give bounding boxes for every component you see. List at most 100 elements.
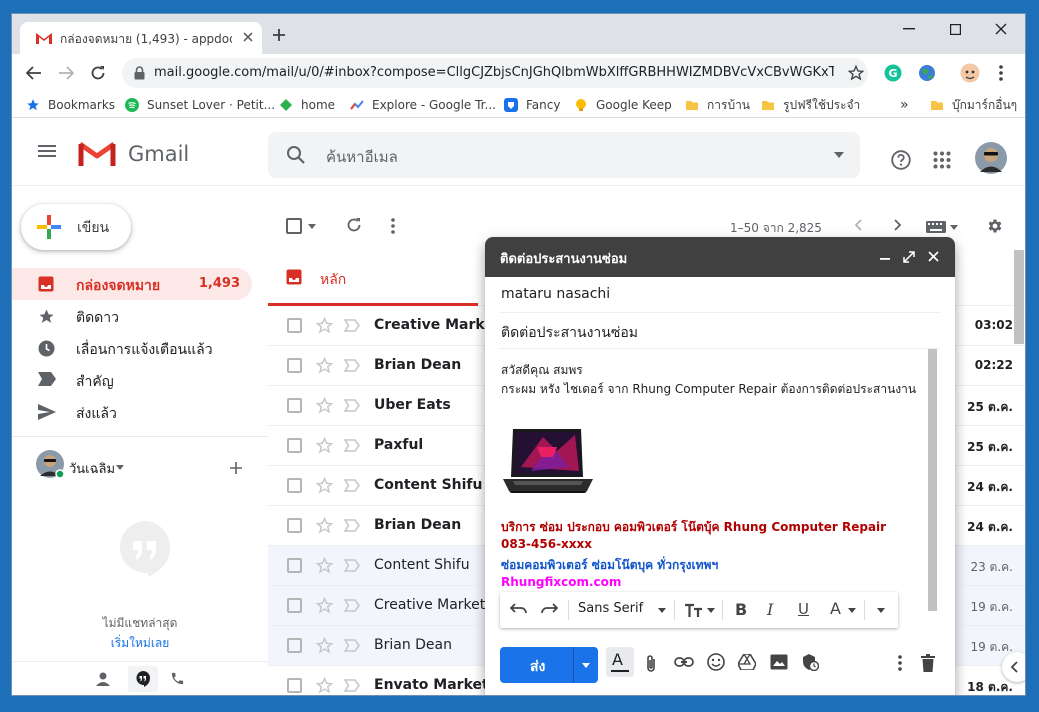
attach-file-icon[interactable] [645, 654, 657, 674]
send-button[interactable]: ส่ง [500, 647, 598, 683]
bookmarks-overflow-icon[interactable]: » [900, 96, 909, 114]
nav-item-sent[interactable]: ส่งแล้ว [12, 396, 252, 428]
row-checkbox[interactable] [287, 598, 302, 613]
star-outline-icon[interactable] [316, 597, 333, 614]
important-outline-icon[interactable] [344, 639, 360, 652]
insert-photo-icon[interactable] [770, 654, 788, 670]
search-icon[interactable] [286, 145, 306, 165]
next-page-icon[interactable] [894, 219, 902, 231]
important-outline-icon[interactable] [344, 359, 360, 372]
important-outline-icon[interactable] [344, 479, 360, 492]
star-outline-icon[interactable] [316, 517, 333, 534]
subject-field[interactable]: ติดต่อประสานงานซ่อม [500, 313, 940, 349]
bookmark-item[interactable]: Explore - Google Tr... [350, 96, 496, 114]
signature-website[interactable]: Rhungfixcom.com [501, 575, 621, 589]
list-scrollbar[interactable] [1014, 250, 1024, 344]
message-body[interactable]: สวัสดีคุณ สมพร กระผม หรัง ไชเดอร์ จาก Rh… [485, 349, 955, 632]
star-outline-icon[interactable] [316, 637, 333, 654]
profile-extension-icon[interactable] [960, 63, 980, 83]
help-icon[interactable] [891, 150, 911, 170]
font-family-select[interactable]: Sans Serif [578, 601, 643, 616]
body-scrollbar[interactable] [928, 349, 937, 611]
nav-item-inbox[interactable]: กล่องจดหมาย 1,493 [12, 268, 252, 300]
star-outline-icon[interactable] [316, 437, 333, 454]
nav-item-starred[interactable]: ติดดาว [12, 300, 252, 332]
text-color-icon[interactable]: A [830, 599, 841, 618]
grammarly-icon[interactable]: G [884, 64, 902, 82]
bookmark-item[interactable]: Fancy [504, 96, 560, 114]
star-outline-icon[interactable] [316, 677, 333, 694]
gmail-logo-icon[interactable] [78, 140, 116, 168]
minimize-icon[interactable] [886, 14, 932, 44]
search-options-icon[interactable] [834, 152, 844, 158]
confidential-mode-icon[interactable] [801, 653, 819, 671]
close-compose-icon[interactable] [928, 251, 939, 262]
insert-link-icon[interactable] [674, 657, 694, 667]
more-formatting-icon[interactable] [877, 608, 885, 613]
row-checkbox[interactable] [287, 438, 302, 453]
compose-header[interactable]: ติดต่อประสานงานซ่อม [485, 237, 955, 277]
insert-emoji-icon[interactable] [707, 653, 725, 671]
phone-icon[interactable] [170, 671, 185, 686]
schedule-send-dropdown-icon[interactable] [582, 663, 590, 668]
font-size-icon[interactable] [684, 602, 704, 618]
start-new-chat-link[interactable]: เริ่มใหม่เลย [12, 634, 268, 653]
more-options-icon[interactable] [391, 218, 395, 234]
row-checkbox[interactable] [287, 638, 302, 653]
bookmark-item[interactable]: Google Keep [574, 96, 672, 114]
main-menu-icon[interactable] [38, 145, 56, 157]
fullscreen-compose-icon[interactable] [903, 251, 915, 263]
row-checkbox[interactable] [287, 558, 302, 573]
bookmark-item[interactable]: home [279, 96, 335, 114]
select-all-checkbox[interactable] [286, 218, 302, 234]
nav-item-snoozed[interactable]: เลื่อนการแจ้งเตือนแล้ว [12, 332, 252, 364]
row-checkbox[interactable] [287, 318, 302, 333]
important-outline-icon[interactable] [344, 439, 360, 452]
avatar[interactable] [975, 142, 1007, 174]
important-outline-icon[interactable] [344, 559, 360, 572]
add-chat-icon[interactable] [230, 462, 242, 474]
back-icon[interactable] [26, 65, 42, 81]
hangouts-avatar[interactable] [36, 450, 64, 478]
earth-extension-icon[interactable] [918, 64, 936, 82]
keyboard-icon[interactable] [926, 221, 946, 233]
google-drive-icon[interactable] [738, 654, 756, 670]
star-outline-icon[interactable] [316, 357, 333, 374]
hangouts-user-name[interactable]: วันเฉลิม [69, 458, 115, 479]
font-dropdown-icon[interactable] [658, 608, 666, 613]
bookmark-item[interactable]: Bookmarks [26, 96, 115, 114]
refresh-icon[interactable] [346, 217, 362, 233]
star-outline-icon[interactable] [316, 477, 333, 494]
side-panel-toggle[interactable] [1002, 652, 1025, 682]
row-checkbox[interactable] [287, 678, 302, 693]
input-tools-dropdown-icon[interactable] [950, 225, 958, 230]
apps-grid-icon[interactable] [933, 151, 951, 169]
search-input[interactable]: ค้นหาอีเมล [326, 145, 398, 169]
star-outline-icon[interactable] [316, 317, 333, 334]
browser-tab[interactable]: กล่องจดหมาย (1,493) - appdodee@ [20, 22, 262, 54]
important-outline-icon[interactable] [344, 319, 360, 332]
tab-close-icon[interactable] [242, 31, 254, 43]
chrome-menu-icon[interactable] [999, 65, 1003, 81]
bold-icon[interactable]: B [735, 600, 747, 619]
row-checkbox[interactable] [287, 358, 302, 373]
select-dropdown-icon[interactable] [308, 224, 316, 229]
tab-primary[interactable]: หลัก [268, 250, 478, 306]
contacts-icon[interactable] [96, 672, 110, 686]
hangouts-tab[interactable] [128, 666, 158, 692]
bookmark-folder[interactable]: รูปฟรีใช้ประจำ [761, 96, 860, 114]
row-checkbox[interactable] [287, 478, 302, 493]
redo-icon[interactable] [540, 603, 558, 615]
forward-icon[interactable] [58, 65, 74, 81]
maximize-icon[interactable] [932, 14, 978, 44]
star-outline-icon[interactable] [316, 397, 333, 414]
size-dropdown-icon[interactable] [707, 608, 715, 613]
italic-icon[interactable]: I [767, 600, 773, 619]
important-outline-icon[interactable] [344, 519, 360, 532]
nav-item-important[interactable]: สำคัญ [12, 364, 252, 396]
reload-icon[interactable] [90, 65, 106, 81]
important-outline-icon[interactable] [344, 679, 360, 692]
formatting-options-button[interactable]: A [606, 647, 634, 677]
compose-button[interactable]: เขียน [21, 204, 131, 250]
search-bar[interactable]: ค้นหาอีเมล [268, 132, 860, 178]
